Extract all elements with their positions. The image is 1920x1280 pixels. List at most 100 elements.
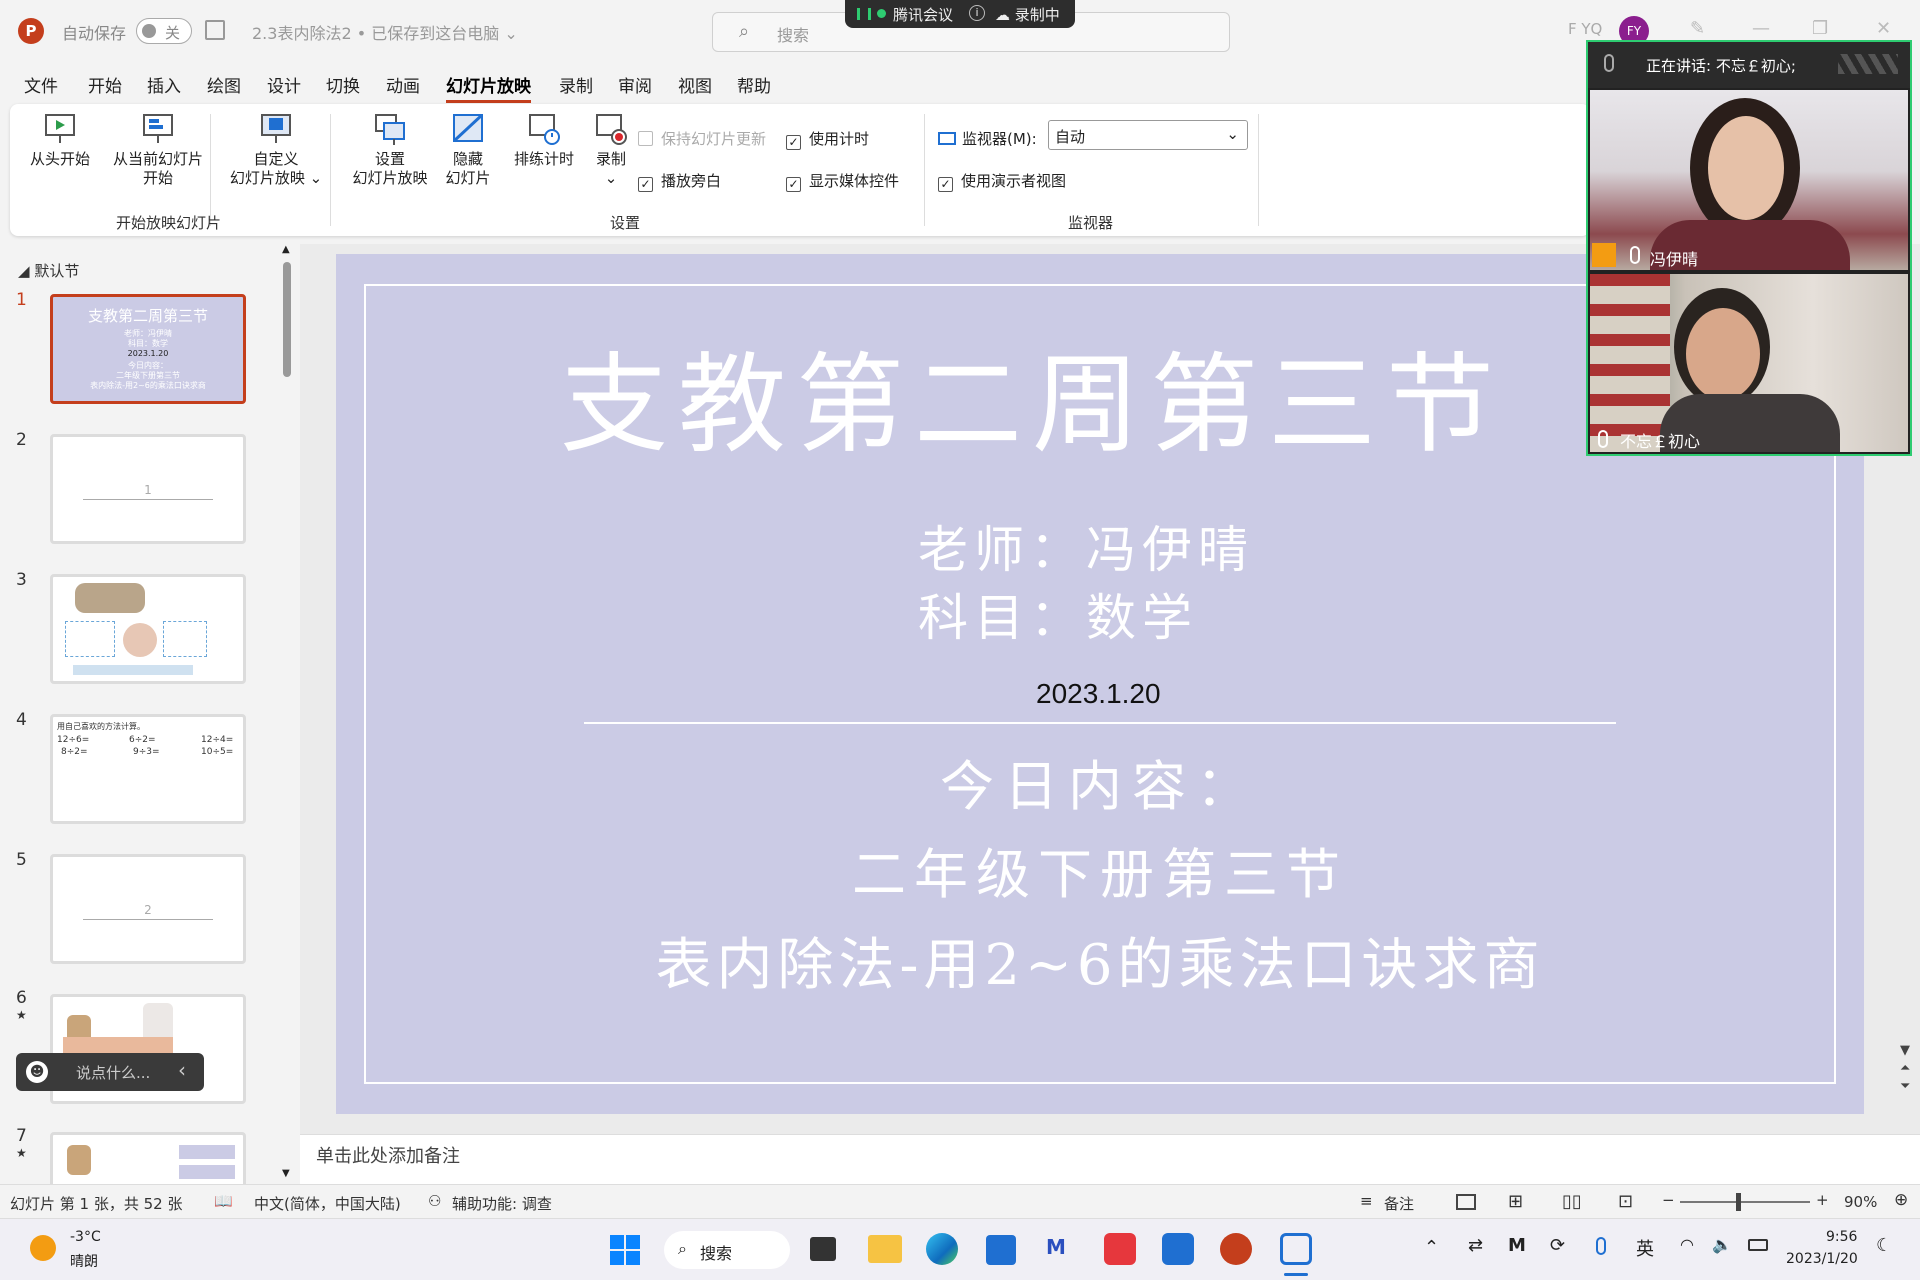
focus-moon-icon[interactable]: ☾ <box>1876 1235 1892 1256</box>
slide-subject[interactable]: 科目：数学 <box>918 578 1518 650</box>
video-tile-1[interactable] <box>1590 90 1908 270</box>
section-label[interactable]: ◢ 默认节 <box>18 260 79 281</box>
tab-slideshow[interactable]: 幻灯片放映 <box>446 72 531 103</box>
tray-sync-icon[interactable]: ⟳ <box>1550 1235 1565 1256</box>
rehearse-timings-button[interactable]: 排练计时 <box>504 112 584 169</box>
thumbnail-scrollbar[interactable]: ▲ ▼ <box>280 244 294 1184</box>
tab-record[interactable]: 录制 <box>559 72 593 97</box>
file-explorer-icon[interactable] <box>868 1235 902 1263</box>
autosave-toggle[interactable]: 关 <box>136 18 192 44</box>
meeting-status-pill[interactable]: 腾讯会议 i ☁ 录制中 <box>845 0 1075 28</box>
custom-slideshow-button[interactable]: 自定义 幻灯片放映 ⌄ <box>218 112 334 188</box>
chat-input-pill[interactable]: ☻ 说点什么... ‹ <box>16 1053 204 1091</box>
battery-icon[interactable] <box>1748 1239 1768 1251</box>
presenter-view-checkbox[interactable]: ✓ 使用演示者视图 <box>938 170 1066 192</box>
clock-time[interactable]: 9:56 <box>1826 1229 1857 1245</box>
zoom-out-button[interactable]: − <box>1662 1191 1675 1209</box>
restore-icon[interactable]: ❐ <box>1812 18 1828 39</box>
spellcheck-icon[interactable]: 📖 <box>214 1192 233 1210</box>
normal-view-icon[interactable] <box>1456 1194 1476 1210</box>
edge-browser-icon[interactable] <box>926 1233 958 1265</box>
collapse-chat-icon[interactable]: ‹ <box>178 1058 186 1082</box>
minimize-icon[interactable]: — <box>1752 18 1770 39</box>
task-view-icon[interactable] <box>810 1237 836 1261</box>
tab-help[interactable]: 帮助 <box>737 72 771 97</box>
close-icon[interactable]: ✕ <box>1876 18 1891 39</box>
from-start-button[interactable]: 从头开始 <box>24 112 96 169</box>
wifi-icon[interactable]: ◠ <box>1680 1235 1694 1254</box>
scroll-thumb[interactable] <box>283 262 291 377</box>
tray-microphone-icon[interactable] <box>1596 1237 1606 1255</box>
scroll-up-icon[interactable]: ▲ <box>282 244 290 255</box>
slide-today-label[interactable]: 今日内容： <box>336 742 1864 821</box>
tray-expand-icon[interactable]: ⌃ <box>1424 1237 1439 1258</box>
language-status[interactable]: 中文(简体，中国大陆) <box>254 1193 401 1214</box>
use-timings-checkbox[interactable]: ✓ 使用计时 <box>786 128 869 150</box>
volume-icon[interactable]: 🔈 <box>1712 1235 1732 1254</box>
tencent-meeting-icon[interactable] <box>1162 1233 1194 1265</box>
setup-slideshow-button[interactable]: 设置 幻灯片放映 <box>340 112 440 188</box>
checkmark-icon: ✓ <box>938 177 953 192</box>
slide-thumbnail-4[interactable]: 用自己喜欢的方法计算。 12÷6= 6÷2= 12÷4= 8÷2= 9÷3= 1… <box>50 714 246 824</box>
powerpoint-taskbar-icon[interactable] <box>1220 1233 1252 1265</box>
slide-thumbnail-1[interactable]: 支教第二周第三节 老师：冯伊晴 科目：数学 2023.1.20 今日内容： 二年… <box>50 294 246 404</box>
mail-app-icon[interactable]: M <box>1046 1235 1076 1265</box>
slide-thumbnail-7[interactable] <box>50 1132 246 1188</box>
slide-teacher[interactable]: 老师：冯伊晴 <box>918 510 1518 582</box>
reading-view-icon[interactable]: ▯▯ <box>1562 1191 1582 1212</box>
keep-updated-checkbox[interactable]: 保持幻灯片更新 <box>638 128 766 149</box>
accessibility-status[interactable]: 辅助功能: 调查 <box>452 1193 552 1214</box>
zoom-slider[interactable] <box>1680 1201 1810 1203</box>
tray-settings-icon[interactable]: ⇄ <box>1468 1235 1483 1256</box>
notes-button[interactable]: 备注 <box>1384 1193 1414 1214</box>
zoom-in-button[interactable]: + <box>1816 1191 1829 1209</box>
slide-thumbnail-5[interactable]: 2 <box>50 854 246 964</box>
info-icon[interactable]: i <box>969 5 985 21</box>
slide-grade[interactable]: 二年级下册第三节 <box>336 830 1864 909</box>
clock-date[interactable]: 2023/1/20 <box>1786 1251 1858 1267</box>
video-tile-2[interactable] <box>1590 274 1908 452</box>
record-button[interactable]: 录制 ⌄ <box>580 112 642 188</box>
canvas-scroll-controls[interactable]: ▼ ⏶ ⏷ <box>1900 1042 1910 1096</box>
store-icon[interactable] <box>986 1235 1016 1265</box>
notes-placeholder[interactable]: 单击此处添加备注 <box>316 1142 460 1168</box>
tab-home[interactable]: 开始 <box>88 72 122 97</box>
zoom-slider-thumb[interactable] <box>1736 1193 1741 1211</box>
show-media-checkbox[interactable]: ✓ 显示媒体控件 <box>786 170 899 192</box>
scroll-down-icon[interactable]: ▼ <box>282 1168 290 1179</box>
tab-design[interactable]: 设计 <box>267 72 301 97</box>
from-current-button[interactable]: 从当前幻灯片 开始 <box>100 112 216 188</box>
slide-sorter-icon[interactable]: ⊞ <box>1508 1191 1523 1212</box>
input-method-indicator[interactable]: 英 <box>1636 1235 1654 1261</box>
snipping-tool-icon[interactable] <box>1280 1233 1312 1265</box>
ribbon-separator <box>330 114 331 226</box>
pen-icon[interactable]: ✎ <box>1690 18 1705 39</box>
slide-thumbnail-2[interactable]: 1 <box>50 434 246 544</box>
weather-temp[interactable]: -3°C <box>70 1229 101 1245</box>
save-icon[interactable] <box>205 20 225 40</box>
tab-transitions[interactable]: 切换 <box>326 72 360 97</box>
slide-topic[interactable]: 表内除法-用2~6的乘法口诀求商 <box>336 920 1864 1001</box>
zoom-level[interactable]: 90% <box>1844 1193 1877 1211</box>
tab-view[interactable]: 视图 <box>678 72 712 97</box>
slide-date[interactable]: 2023.1.20 <box>1036 678 1166 710</box>
emoji-icon[interactable]: ☻ <box>26 1061 48 1083</box>
tab-file[interactable]: 文件 <box>24 72 58 97</box>
monitor-select[interactable]: 自动 ⌄ <box>1048 120 1248 150</box>
hide-slide-button[interactable]: 隐藏 幻灯片 <box>436 112 500 188</box>
taskbar-search[interactable]: ⌕ 搜索 <box>664 1231 790 1269</box>
weather-desc[interactable]: 晴朗 <box>70 1251 98 1271</box>
slideshow-view-icon[interactable]: ⊡ <box>1618 1191 1633 1212</box>
tray-app-icon[interactable]: M <box>1508 1235 1526 1256</box>
tab-review[interactable]: 审阅 <box>618 72 652 97</box>
huawei-app-icon[interactable] <box>1104 1233 1136 1265</box>
play-narration-checkbox[interactable]: ✓ 播放旁白 <box>638 170 721 192</box>
start-menu-icon[interactable] <box>610 1235 640 1265</box>
tab-insert[interactable]: 插入 <box>147 72 181 97</box>
tab-draw[interactable]: 绘图 <box>207 72 241 97</box>
document-title[interactable]: 2.3表内除法2 • 已保存到这台电脑 ⌄ <box>252 20 518 44</box>
notes-pane[interactable] <box>300 1134 1920 1184</box>
tab-animations[interactable]: 动画 <box>386 72 420 97</box>
slide-thumbnail-3[interactable] <box>50 574 246 684</box>
fit-to-window-icon[interactable]: ⊕ <box>1894 1190 1908 1210</box>
